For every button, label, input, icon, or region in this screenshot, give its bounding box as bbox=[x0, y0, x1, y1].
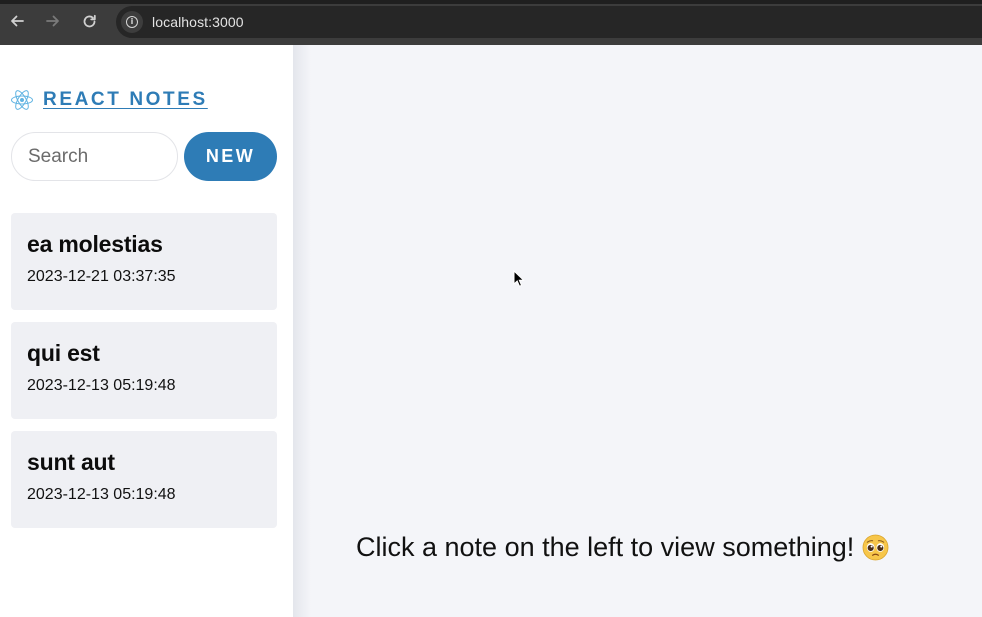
back-icon[interactable] bbox=[4, 8, 30, 34]
sidebar: REACT NOTES NEW ea molestias 2023-12-21 … bbox=[0, 45, 293, 617]
note-date: 2023-12-13 05:19:48 bbox=[27, 377, 176, 394]
sidebar-divider bbox=[293, 45, 311, 617]
empty-state-text: Click a note on the left to view somethi… bbox=[356, 532, 855, 562]
tab-strip bbox=[0, 0, 982, 4]
reload-icon[interactable] bbox=[76, 8, 102, 34]
brand-title[interactable]: REACT NOTES bbox=[43, 89, 208, 111]
note-item[interactable]: qui est 2023-12-13 05:19:48 bbox=[11, 322, 277, 419]
mouse-pointer-icon bbox=[513, 270, 525, 287]
react-logo-icon bbox=[11, 90, 33, 110]
new-note-button[interactable]: NEW bbox=[184, 132, 277, 181]
browser-toolbar: i localhost:3000 bbox=[0, 0, 982, 45]
note-title: sunt aut bbox=[27, 449, 115, 475]
note-item[interactable]: ea molestias 2023-12-21 03:37:35 bbox=[11, 213, 277, 310]
pleading-face-icon bbox=[862, 534, 889, 561]
url-text: localhost:3000 bbox=[152, 14, 244, 30]
info-icon[interactable]: i bbox=[121, 11, 143, 33]
search-input[interactable] bbox=[11, 132, 178, 181]
address-bar[interactable]: i localhost:3000 bbox=[116, 6, 982, 38]
note-item[interactable]: sunt aut 2023-12-13 05:19:48 bbox=[11, 431, 277, 528]
note-title: ea molestias bbox=[27, 231, 163, 257]
forward-icon[interactable] bbox=[40, 8, 66, 34]
note-date: 2023-12-21 03:37:35 bbox=[27, 268, 176, 285]
note-date: 2023-12-13 05:19:48 bbox=[27, 486, 176, 503]
note-title: qui est bbox=[27, 340, 100, 366]
empty-state-message: Click a note on the left to view somethi… bbox=[356, 532, 889, 563]
brand[interactable]: REACT NOTES bbox=[10, 88, 208, 112]
